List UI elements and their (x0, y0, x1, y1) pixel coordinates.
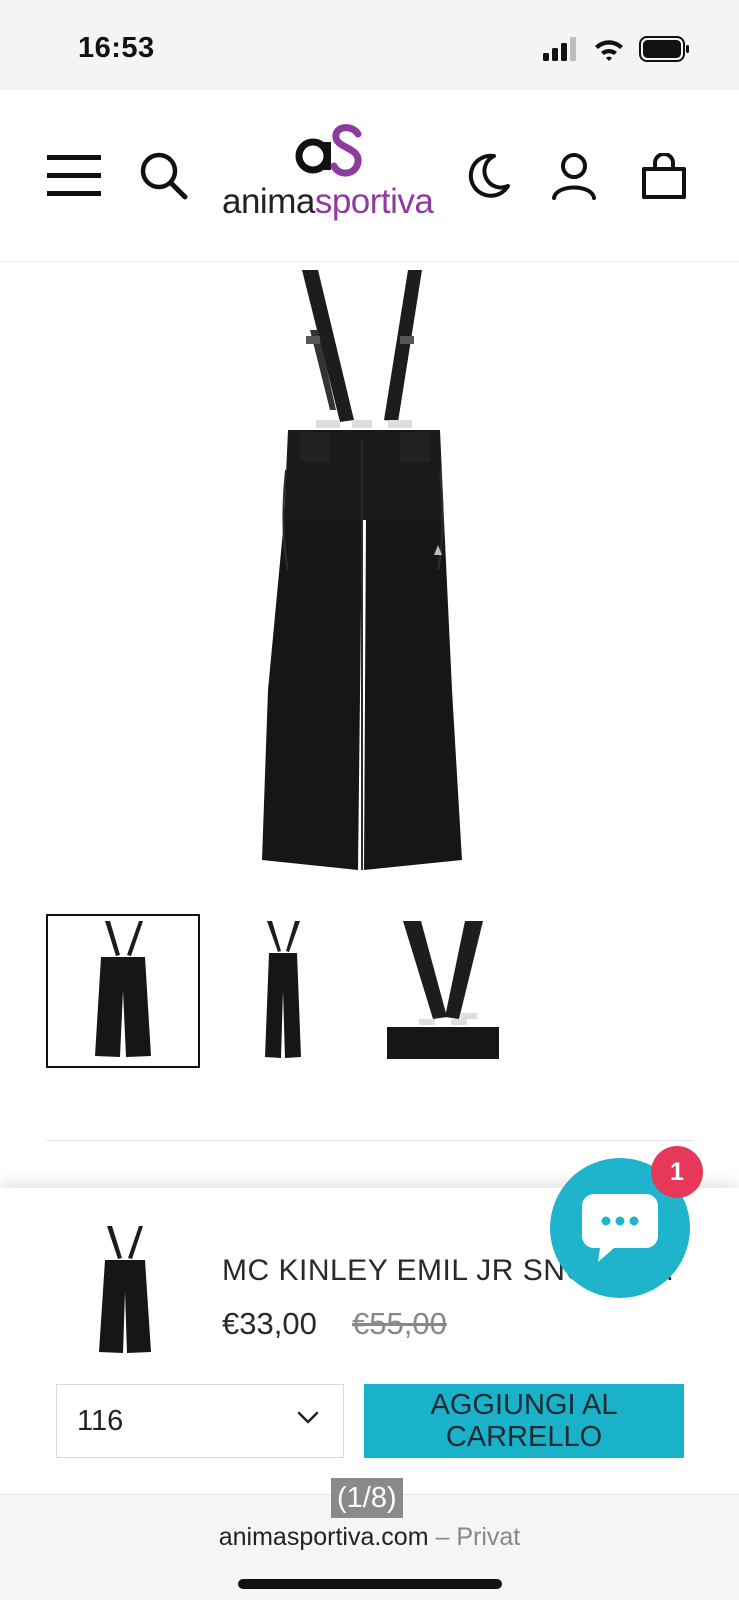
sticky-product-thumbnail (95, 1226, 155, 1356)
url-host: animasportiva.com (218, 1523, 429, 1551)
wifi-icon (595, 40, 623, 61)
site-logo[interactable]: animasportiva (222, 120, 434, 230)
chat-notification-badge: 1 (651, 1146, 703, 1198)
home-indicator (238, 1579, 502, 1589)
bag-icon (642, 153, 686, 199)
chat-bubble-icon (582, 1194, 658, 1262)
size-select[interactable]: 116 (56, 1384, 344, 1458)
dark-mode-toggle[interactable] (460, 148, 516, 204)
size-selected-value: 116 (77, 1404, 124, 1437)
status-time: 16:53 (78, 32, 155, 64)
status-bar: 16:53 (0, 0, 739, 90)
thumbnail-2[interactable] (206, 914, 360, 1068)
url-separator: – (428, 1523, 457, 1551)
sticky-product-image (99, 1226, 151, 1353)
menu-button[interactable] (46, 148, 102, 204)
moon-icon (468, 153, 510, 198)
image-counter: (1/8) (331, 1478, 403, 1518)
thumbnail-strip (46, 914, 696, 1070)
user-icon (552, 153, 596, 200)
search-button[interactable] (136, 148, 192, 204)
account-button[interactable] (546, 148, 602, 204)
thumbnail-side-view (265, 921, 301, 1058)
ski-pants-image (262, 270, 462, 870)
original-price: €55,00 (352, 1306, 447, 1341)
current-price: €33,00 (222, 1306, 317, 1341)
thumbnail-front-view (95, 921, 151, 1057)
menu-icon (47, 155, 101, 196)
chevron-down-icon (297, 1411, 319, 1424)
main-product-image[interactable] (240, 270, 500, 890)
add-to-cart-button[interactable]: AGGIUNGI AL CARRELLO (364, 1384, 684, 1458)
logo-wordmark: animasportiva (222, 182, 434, 222)
url-text: animasportiva.com – Privat (0, 1523, 739, 1552)
thumbnail-3[interactable] (366, 914, 520, 1068)
site-header: animasportiva (0, 90, 739, 262)
cellular-signal-icon (543, 37, 576, 61)
search-icon (140, 152, 188, 200)
logo-text-sportiva: sportiva (314, 182, 434, 221)
thumbnail-suspender-detail (387, 921, 499, 1059)
cart-button[interactable] (636, 148, 692, 204)
logo-mark (295, 124, 362, 177)
thumbnail-1[interactable] (46, 914, 200, 1068)
status-icons (543, 36, 691, 62)
logo-text-anima: anima (222, 182, 315, 221)
browsing-mode: Privat (456, 1523, 521, 1551)
battery-icon (639, 36, 689, 62)
section-divider (46, 1140, 694, 1141)
